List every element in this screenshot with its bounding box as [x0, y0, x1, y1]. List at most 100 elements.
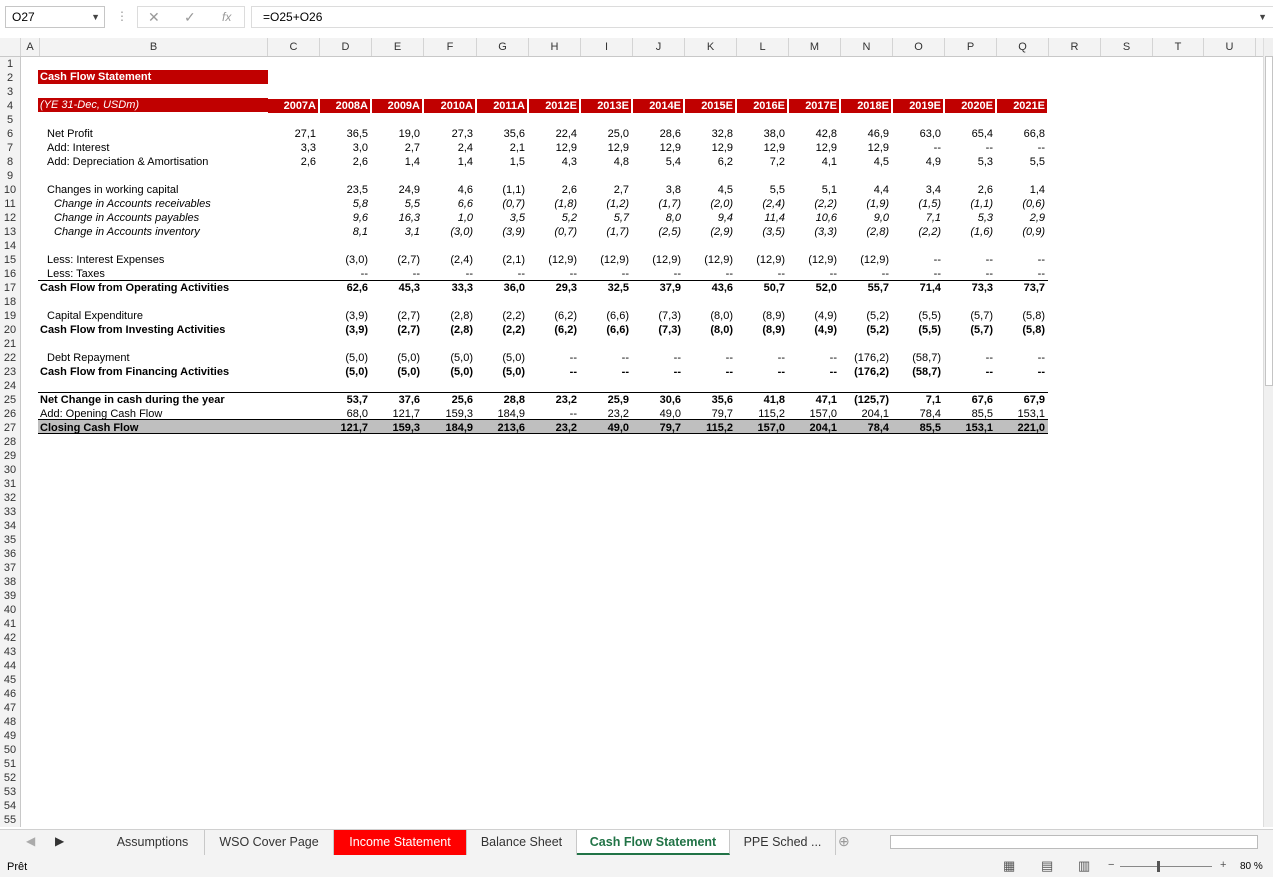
sheet-tab[interactable]: Cash Flow Statement: [577, 830, 730, 855]
value-cell[interactable]: (1,7): [633, 197, 681, 211]
row-header[interactable]: 9: [0, 169, 20, 183]
value-cell[interactable]: (4,9): [789, 323, 837, 337]
row-header[interactable]: 40: [0, 603, 20, 617]
cancel-icon[interactable]: ✕: [148, 9, 160, 26]
row-header[interactable]: 24: [0, 379, 20, 393]
column-header[interactable]: C: [268, 38, 320, 56]
value-cell[interactable]: 5,5: [737, 183, 785, 197]
row-header[interactable]: 44: [0, 659, 20, 673]
line-item-label[interactable]: Add: Interest: [47, 141, 109, 155]
value-cell[interactable]: --: [893, 253, 941, 267]
value-cell[interactable]: --: [945, 351, 993, 365]
column-header[interactable]: G: [477, 38, 529, 56]
row-header[interactable]: 35: [0, 533, 20, 547]
row-header[interactable]: 53: [0, 785, 20, 799]
value-cell[interactable]: --: [893, 141, 941, 155]
value-cell[interactable]: (5,0): [477, 365, 525, 379]
chevron-down-icon[interactable]: ▼: [91, 7, 100, 27]
value-cell[interactable]: --: [893, 267, 941, 281]
value-cell[interactable]: 7,1: [893, 393, 941, 407]
value-cell[interactable]: 2,9: [997, 211, 1045, 225]
value-cell[interactable]: 32,8: [685, 127, 733, 141]
tab-scroll-left-icon[interactable]: ◀: [26, 834, 35, 848]
worksheet-grid[interactable]: Cash Flow Statement (YE 31-Dec, USDm) 20…: [21, 57, 1263, 827]
value-cell[interactable]: 71,4: [893, 281, 941, 295]
line-item-label[interactable]: Closing Cash Flow: [40, 421, 138, 435]
value-cell[interactable]: 11,4: [737, 211, 785, 225]
row-header[interactable]: 30: [0, 463, 20, 477]
value-cell[interactable]: (5,5): [893, 323, 941, 337]
value-cell[interactable]: 79,7: [685, 407, 733, 421]
value-cell[interactable]: 68,0: [320, 407, 368, 421]
value-cell[interactable]: (2,0): [685, 197, 733, 211]
value-cell[interactable]: 5,4: [633, 155, 681, 169]
value-cell[interactable]: 1,0: [425, 211, 473, 225]
column-header[interactable]: H: [529, 38, 581, 56]
value-cell[interactable]: (1,5): [893, 197, 941, 211]
value-cell[interactable]: 62,6: [320, 281, 368, 295]
value-cell[interactable]: [268, 421, 316, 435]
value-cell[interactable]: 4,3: [529, 155, 577, 169]
value-cell[interactable]: (2,2): [893, 225, 941, 239]
value-cell[interactable]: (2,8): [841, 225, 889, 239]
row-header[interactable]: 36: [0, 547, 20, 561]
row-header[interactable]: 19: [0, 309, 20, 323]
value-cell[interactable]: (58,7): [893, 365, 941, 379]
value-cell[interactable]: (5,7): [945, 323, 993, 337]
line-item-label[interactable]: Change in Accounts inventory: [54, 225, 200, 239]
value-cell[interactable]: 42,8: [789, 127, 837, 141]
value-cell[interactable]: (1,8): [529, 197, 577, 211]
value-cell[interactable]: --: [997, 253, 1045, 267]
row-header[interactable]: 46: [0, 687, 20, 701]
value-cell[interactable]: (5,0): [372, 365, 420, 379]
value-cell[interactable]: (0,7): [477, 197, 525, 211]
value-cell[interactable]: (58,7): [893, 351, 941, 365]
value-cell[interactable]: 9,0: [841, 211, 889, 225]
value-cell[interactable]: 121,7: [372, 407, 420, 421]
row-header[interactable]: 37: [0, 561, 20, 575]
column-header[interactable]: B: [40, 38, 268, 56]
value-cell[interactable]: 73,3: [945, 281, 993, 295]
value-cell[interactable]: 37,9: [633, 281, 681, 295]
value-cell[interactable]: 2,6: [529, 183, 577, 197]
row-header[interactable]: 33: [0, 505, 20, 519]
value-cell[interactable]: 2,1: [477, 141, 525, 155]
value-cell[interactable]: (12,9): [685, 253, 733, 267]
value-cell[interactable]: 9,6: [320, 211, 368, 225]
value-cell[interactable]: 19,0: [372, 127, 420, 141]
value-cell[interactable]: 85,5: [945, 407, 993, 421]
zoom-slider-thumb[interactable]: [1157, 861, 1160, 872]
expand-formula-icon[interactable]: ▼: [1258, 7, 1267, 27]
row-header[interactable]: 11: [0, 197, 20, 211]
value-cell[interactable]: (2,2): [789, 197, 837, 211]
value-cell[interactable]: (5,2): [841, 309, 889, 323]
value-cell[interactable]: 3,5: [477, 211, 525, 225]
row-header[interactable]: 12: [0, 211, 20, 225]
value-cell[interactable]: 4,5: [841, 155, 889, 169]
value-cell[interactable]: 157,0: [737, 421, 785, 435]
value-cell[interactable]: (2,7): [372, 253, 420, 267]
value-cell[interactable]: 30,6: [633, 393, 681, 407]
row-header[interactable]: 22: [0, 351, 20, 365]
value-cell[interactable]: [268, 407, 316, 421]
value-cell[interactable]: 25,0: [581, 127, 629, 141]
row-header[interactable]: 4: [0, 99, 20, 113]
value-cell[interactable]: [268, 197, 316, 211]
value-cell[interactable]: (3,9): [320, 309, 368, 323]
value-cell[interactable]: --: [997, 351, 1045, 365]
value-cell[interactable]: (3,0): [425, 225, 473, 239]
row-header[interactable]: 26: [0, 407, 20, 421]
row-header[interactable]: 39: [0, 589, 20, 603]
zoom-in-icon[interactable]: +: [1220, 859, 1226, 871]
line-item-label[interactable]: Less: Taxes: [47, 267, 105, 281]
row-header[interactable]: 55: [0, 813, 20, 827]
value-cell[interactable]: (12,9): [789, 253, 837, 267]
value-cell[interactable]: 12,9: [685, 141, 733, 155]
value-cell[interactable]: 85,5: [893, 421, 941, 435]
function-icon[interactable]: fx: [222, 10, 231, 24]
line-item-label[interactable]: Net Profit: [47, 127, 93, 141]
line-item-label[interactable]: Cash Flow from Financing Activities: [40, 365, 229, 379]
value-cell[interactable]: 5,5: [372, 197, 420, 211]
row-header[interactable]: 20: [0, 323, 20, 337]
row-header[interactable]: 42: [0, 631, 20, 645]
